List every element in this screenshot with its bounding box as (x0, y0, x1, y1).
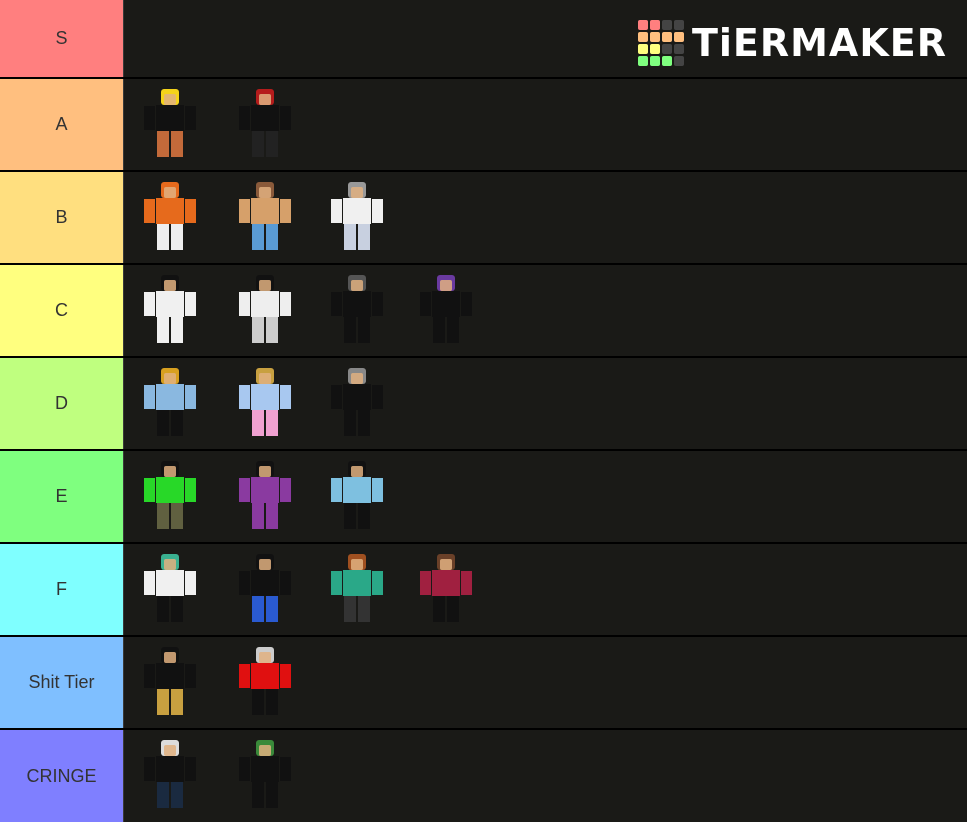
tier-label[interactable]: F (0, 544, 124, 635)
logo-grid-cell (673, 44, 684, 54)
logo-grid-cell (673, 56, 684, 66)
logo-grid-cell (637, 44, 648, 54)
brown-pigtails-girl-avatar[interactable] (235, 178, 295, 258)
tier-label[interactable]: C (0, 265, 124, 356)
logo-grid-cell (649, 44, 660, 54)
logo-grid-cell (649, 56, 660, 66)
logo-grid-cell (649, 32, 660, 42)
orange-hoodie-sword-avatar[interactable] (140, 178, 200, 258)
tier-items-area[interactable] (124, 265, 967, 356)
teal-hoodie-avatar[interactable] (327, 550, 387, 630)
light-blue-shirt-avatar[interactable] (327, 457, 387, 537)
black-sad-face-avatar[interactable] (140, 643, 200, 723)
purple-takis-avatar[interactable] (235, 457, 295, 537)
white-mask-black-avatar[interactable] (140, 736, 200, 816)
tier-row: CRINGE (0, 730, 967, 822)
green-red-sunglasses-avatar[interactable] (416, 550, 476, 630)
tier-items-area[interactable] (124, 451, 967, 542)
tier-label[interactable]: A (0, 79, 124, 170)
tier-row: F (0, 544, 967, 635)
logo-grid-cell (649, 20, 660, 30)
bloody-shirt-avatar[interactable] (140, 271, 200, 351)
tier-row: C (0, 265, 967, 356)
logo-grid-cell (673, 20, 684, 30)
logo-grid-cell (661, 20, 672, 30)
tier-items-area[interactable] (124, 544, 967, 635)
pastel-noob-avatar[interactable] (235, 364, 295, 444)
tier-items-area[interactable] (124, 730, 967, 822)
logo-grid-cell (661, 56, 672, 66)
leaf-crown-black-avatar[interactable] (235, 736, 295, 816)
logo-grid-cell (661, 44, 672, 54)
red-shirt-bandana-avatar[interactable] (235, 643, 295, 723)
tier-label[interactable]: E (0, 451, 124, 542)
tiermaker-wordmark: TiERMAKER (691, 21, 947, 65)
tier-row: A (0, 79, 967, 170)
tier-label[interactable]: CRINGE (0, 730, 124, 822)
tier-row: E (0, 451, 967, 542)
logo-grid-cell (637, 32, 648, 42)
tier-list-board: S A B C D E F Shit Tier CRINGE TiERMAKER (0, 0, 967, 822)
straw-hat-blue-jacket-avatar[interactable] (140, 364, 200, 444)
tier-items-area[interactable] (124, 79, 967, 170)
red-black-racer-avatar[interactable] (327, 364, 387, 444)
tier-items-area[interactable] (124, 172, 967, 263)
tier-row: D (0, 358, 967, 449)
red-bandana-avatar[interactable] (416, 271, 476, 351)
tier-row: Shit Tier (0, 637, 967, 728)
tier-label[interactable]: Shit Tier (0, 637, 124, 728)
white-overalls-avatar[interactable] (327, 178, 387, 258)
teal-hair-dog-shirt-avatar[interactable] (140, 550, 200, 630)
logo-grid-cell (661, 32, 672, 42)
tier-label[interactable]: D (0, 358, 124, 449)
tier-label[interactable]: B (0, 172, 124, 263)
black-mask-blue-avatar[interactable] (235, 550, 295, 630)
tier-label[interactable]: S (0, 0, 124, 77)
logo-grid-cell (673, 32, 684, 42)
green-robot-head-avatar[interactable] (140, 457, 200, 537)
tier-items-area[interactable] (124, 637, 967, 728)
tier-row: B (0, 172, 967, 263)
black-knife-avatar[interactable] (235, 85, 295, 165)
tiermaker-grid-icon (637, 20, 684, 66)
tv-head-suit-avatar[interactable] (327, 271, 387, 351)
logo-grid-cell (637, 20, 648, 30)
tiermaker-logo: TiERMAKER (637, 20, 947, 66)
logo-grid-cell (637, 56, 648, 66)
black-hat-girl-avatar[interactable] (235, 271, 295, 351)
tier-items-area[interactable] (124, 358, 967, 449)
pirate-noob-avatar[interactable] (140, 85, 200, 165)
